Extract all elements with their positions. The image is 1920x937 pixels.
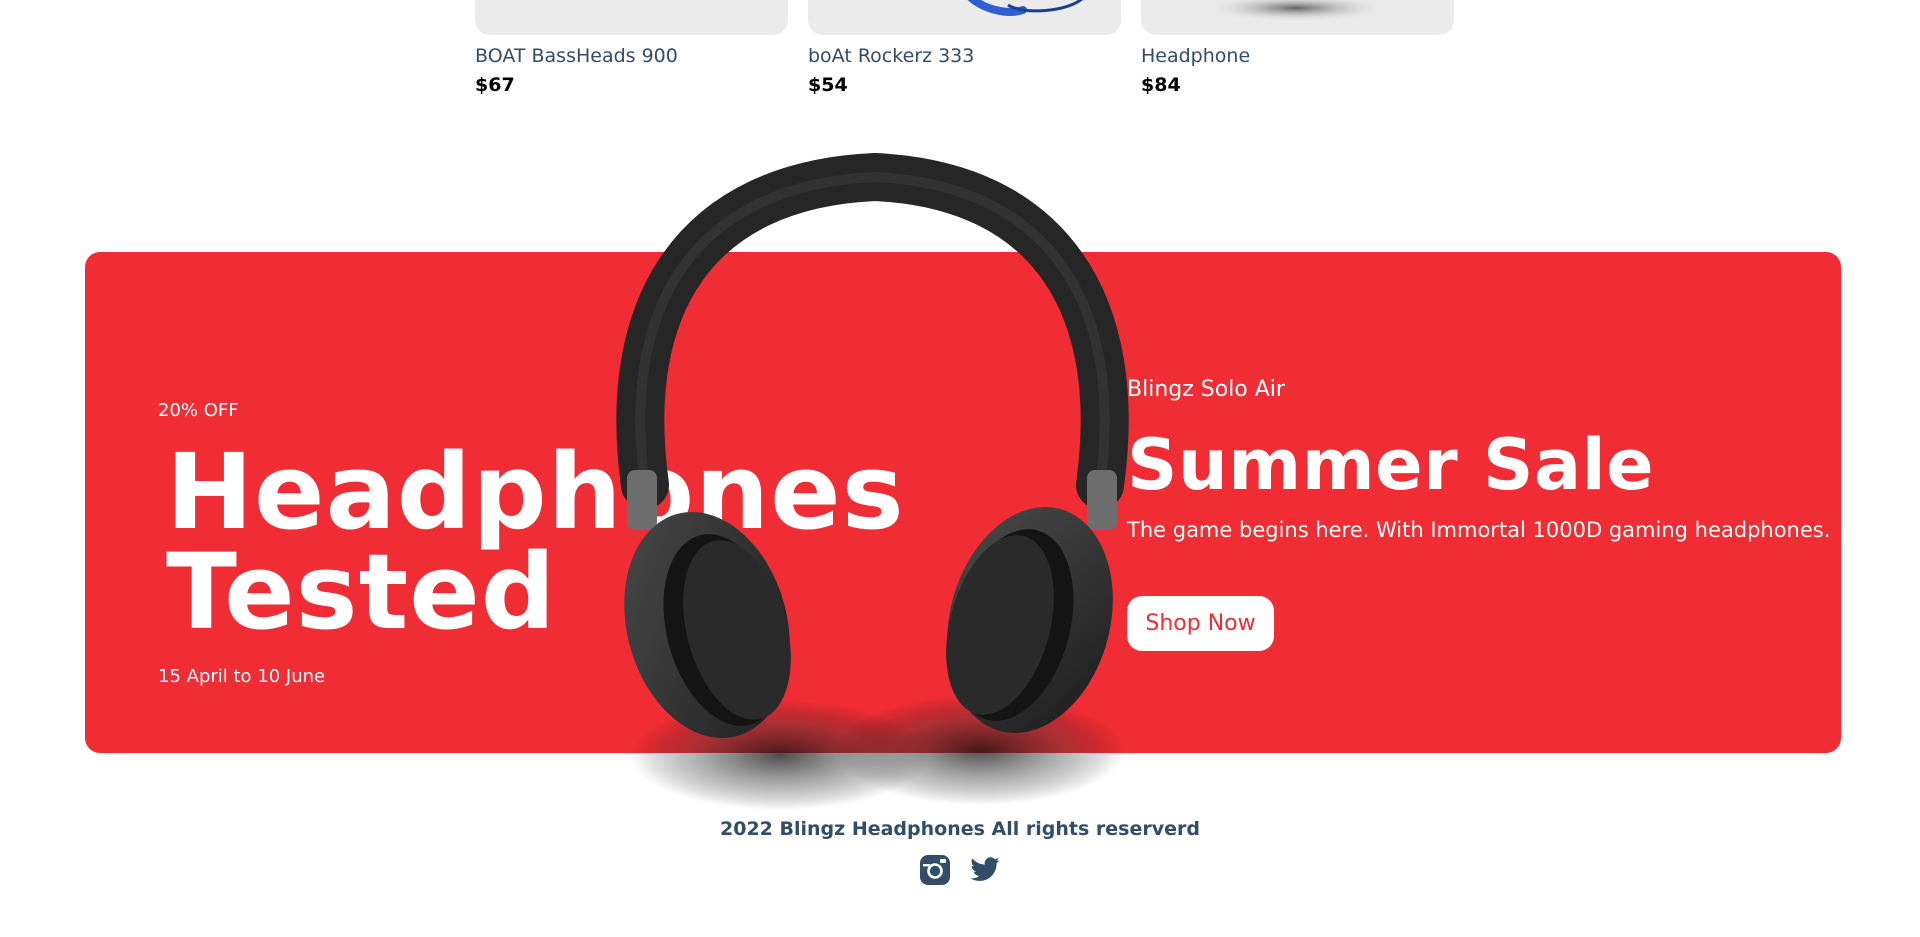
product-price: $84 xyxy=(1141,74,1181,96)
instagram-icon[interactable] xyxy=(919,854,951,886)
headphones-image xyxy=(616,152,1129,810)
earphones-icon xyxy=(967,0,1083,16)
product-price: $67 xyxy=(475,74,515,96)
product-image[interactable] xyxy=(475,0,788,35)
product-name: boAt Rockerz 333 xyxy=(808,45,975,67)
product-name: BOAT BassHeads 900 xyxy=(475,45,678,67)
sale-time: 15 April to 10 June xyxy=(158,666,326,687)
footer: 2022 Blingz Headphones All rights reserv… xyxy=(0,818,1920,886)
product-price: $54 xyxy=(808,74,848,96)
product-name: Headphone xyxy=(1141,45,1251,67)
product-card[interactable]: boAt Rockerz 333 $54 xyxy=(808,0,1121,96)
social-icons xyxy=(0,854,1920,886)
copyright-text: 2022 Blingz Headphones All rights reserv… xyxy=(720,818,1200,840)
twitter-icon[interactable] xyxy=(969,854,1001,886)
product-card[interactable]: BOAT BassHeads 900 $67 xyxy=(475,0,788,96)
discount-label: 20% OFF xyxy=(158,400,239,421)
headphone-shadow-icon xyxy=(1201,0,1391,22)
product-list: BOAT BassHeads 900 $67 boAt Rockerz 333 … xyxy=(475,0,1454,96)
product-image[interactable] xyxy=(808,0,1121,35)
product-image[interactable] xyxy=(1141,0,1454,35)
banner-description: The game begins here. With Immortal 1000… xyxy=(1127,518,1831,542)
product-card[interactable]: Headphone $84 xyxy=(1141,0,1454,96)
